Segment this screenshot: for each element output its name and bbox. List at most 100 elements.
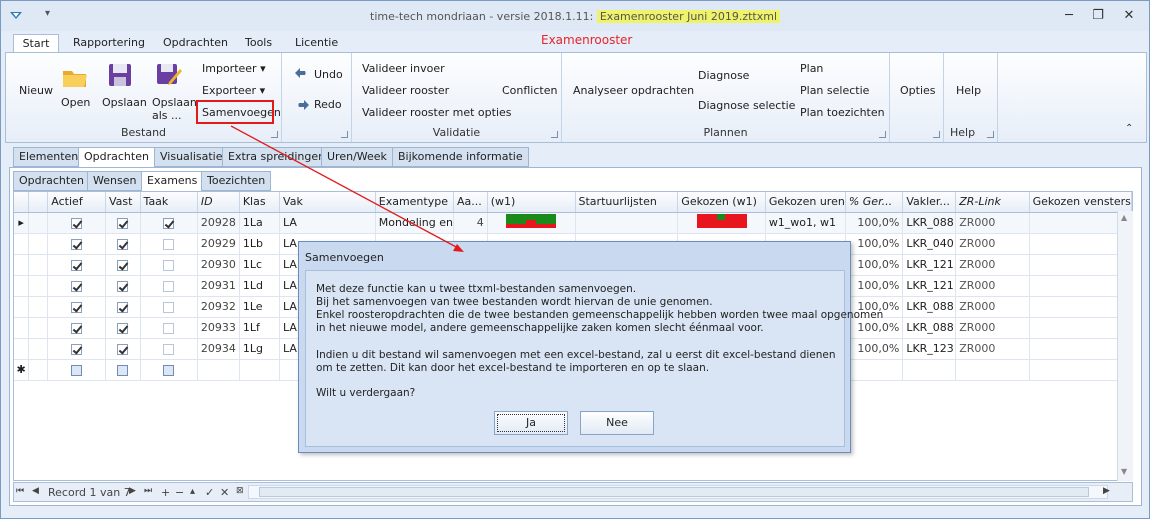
cell-actief[interactable]	[47, 296, 106, 318]
cell-vakleraar[interactable]: LKR_040	[902, 233, 957, 255]
dialog-launcher-icon[interactable]	[551, 131, 558, 138]
tab-tools[interactable]: Tools	[243, 34, 274, 54]
cell-vast[interactable]	[105, 338, 141, 360]
cell-actief[interactable]	[47, 338, 106, 360]
scroll-thumb[interactable]	[259, 487, 1089, 497]
actief-checkbox[interactable]	[71, 364, 83, 376]
subtab-examens[interactable]: Examens	[141, 171, 204, 192]
actief-checkbox[interactable]	[71, 322, 83, 334]
cell-vak[interactable]: LA	[279, 212, 376, 234]
row-indicator[interactable]	[14, 254, 30, 276]
vast-checkbox[interactable]	[117, 238, 129, 250]
vast-checkbox[interactable]	[117, 280, 129, 292]
cell-taak[interactable]	[140, 275, 198, 297]
cell-vakleraar[interactable]: LKR_088	[902, 317, 957, 339]
nee-button[interactable]: Nee	[580, 411, 654, 435]
dialog-launcher-icon[interactable]	[271, 131, 278, 138]
cell-taak[interactable]	[140, 233, 198, 255]
row-indicator[interactable]	[14, 338, 30, 360]
cell-taak[interactable]	[140, 296, 198, 318]
scroll-up-icon[interactable]: ▲	[1121, 213, 1127, 222]
col-vak[interactable]: Vak	[279, 192, 376, 213]
taak-checkbox[interactable]	[163, 322, 175, 334]
cell-zr-link[interactable]: ZR000	[955, 296, 1030, 318]
scroll-down-icon[interactable]: ▼	[1121, 467, 1127, 476]
nieuw-button[interactable]: Nieuw	[19, 84, 53, 97]
col-examentype[interactable]: Examentype	[375, 192, 455, 213]
cell-id[interactable]: 20931	[197, 275, 240, 297]
cell-vast[interactable]	[105, 275, 141, 297]
importeer-button[interactable]: Importeer ▾	[202, 62, 266, 75]
cell-taak[interactable]	[140, 317, 198, 339]
cell-actief[interactable]	[47, 212, 106, 234]
cell-zr-link[interactable]: ZR000	[955, 275, 1030, 297]
col-taak[interactable]: Taak	[140, 192, 198, 213]
col-actief[interactable]: Actief	[47, 192, 106, 213]
tab-visualisatie[interactable]: Visualisatie	[154, 147, 229, 167]
scroll-right-icon[interactable]: ▶	[1103, 486, 1110, 496]
cell-klas[interactable]: 1Lc	[239, 254, 281, 276]
cell-vast[interactable]	[105, 254, 141, 276]
tab-opdrachten-doc[interactable]: Opdrachten	[78, 147, 155, 168]
cell-pct[interactable]: 100,0%	[845, 233, 904, 255]
dialog-launcher-icon[interactable]	[933, 131, 940, 138]
tab-elementen[interactable]: Elementen	[13, 147, 85, 167]
col-gekozen-w1[interactable]: Gekozen (w1)	[677, 192, 766, 213]
actief-checkbox[interactable]	[71, 301, 83, 313]
exporteer-button[interactable]: Exporteer ▾	[202, 84, 265, 97]
diagnose-button[interactable]: Diagnose	[698, 69, 749, 82]
taak-checkbox[interactable]	[163, 259, 175, 271]
cell-gekozen-w1[interactable]	[677, 212, 766, 234]
delete-record-icon[interactable]: −	[175, 486, 184, 499]
cell-klas[interactable]: 1Lb	[239, 233, 281, 255]
redo-button[interactable]: Redo	[314, 98, 342, 111]
tab-extra-spreidingen[interactable]: Extra spreidingen	[222, 147, 332, 167]
dialog-launcher-icon[interactable]	[879, 131, 886, 138]
taak-checkbox[interactable]	[163, 364, 175, 376]
cell-vakleraar[interactable]: LKR_121	[902, 254, 957, 276]
cell-vast[interactable]	[105, 317, 141, 339]
row-indicator[interactable]	[14, 233, 30, 255]
subtab-toezichten[interactable]: Toezichten	[201, 171, 272, 191]
row-indicator[interactable]	[14, 275, 30, 297]
taak-checkbox[interactable]	[163, 217, 175, 229]
col-gekozen-uren[interactable]: Gekozen uren	[765, 192, 846, 213]
taak-checkbox[interactable]	[163, 301, 175, 313]
valideer-rooster-button[interactable]: Valideer rooster	[362, 84, 449, 97]
cell-vast[interactable]	[105, 233, 141, 255]
cell-actief[interactable]	[47, 233, 106, 255]
cell-id[interactable]: 20932	[197, 296, 240, 318]
opslaan-button[interactable]: Opslaan	[102, 96, 147, 109]
tab-licentie[interactable]: Licentie	[293, 34, 340, 54]
minimize-button[interactable]: ─	[1054, 5, 1084, 27]
cell-zr-link[interactable]: ZR000	[955, 233, 1030, 255]
vast-checkbox[interactable]	[117, 301, 129, 313]
cell-pct[interactable]: 100,0%	[845, 212, 904, 234]
actief-checkbox[interactable]	[71, 343, 83, 355]
cell-vast[interactable]	[105, 212, 141, 234]
opties-button[interactable]: Opties	[900, 84, 936, 97]
empty-cell[interactable]	[955, 359, 1030, 381]
cell-pct[interactable]: 100,0%	[845, 338, 904, 360]
cell-vakleraar[interactable]: LKR_088	[902, 212, 957, 234]
empty-cell[interactable]	[239, 359, 281, 381]
cell-actief[interactable]	[47, 275, 106, 297]
plan-button[interactable]: Plan	[800, 62, 823, 75]
actief-checkbox[interactable]	[71, 217, 83, 229]
col-vakleraar[interactable]: Vakler...	[902, 192, 957, 213]
help-button[interactable]: Help	[956, 84, 981, 97]
cell-examentype[interactable]: Mondeling en	[375, 212, 455, 234]
valideer-rooster-opties-button[interactable]: Valideer rooster met opties	[362, 106, 512, 119]
col-zr-link[interactable]: ZR-Link	[955, 192, 1030, 213]
plan-selectie-button[interactable]: Plan selectie	[800, 84, 869, 97]
cell-zr-link[interactable]: ZR000	[955, 317, 1030, 339]
col-klas[interactable]: Klas	[239, 192, 281, 213]
cell-id[interactable]: 20928	[197, 212, 240, 234]
actief-checkbox[interactable]	[71, 280, 83, 292]
vast-checkbox[interactable]	[117, 259, 129, 271]
col-w1[interactable]: (w1)	[487, 192, 576, 213]
undo-button[interactable]: Undo	[314, 68, 343, 81]
tab-bijkomende-informatie[interactable]: Bijkomende informatie	[392, 147, 529, 167]
plan-toezichten-button[interactable]: Plan toezichten	[800, 106, 885, 119]
cell-id[interactable]: 20934	[197, 338, 240, 360]
